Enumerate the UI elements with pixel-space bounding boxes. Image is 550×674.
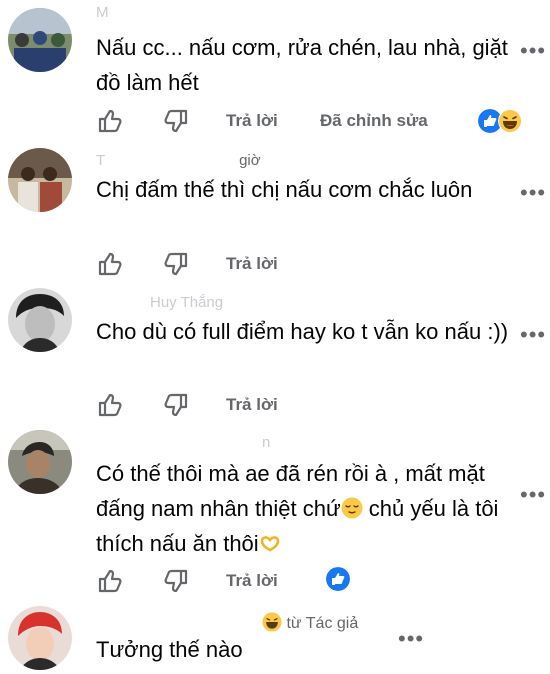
comment-author[interactable]: M <box>96 4 109 21</box>
comment-text: Nấu cc... nấu cơm, rửa chén, lau nhà, gi… <box>96 35 508 95</box>
comment-text: Tưởng thế nào <box>96 637 243 662</box>
comment-author[interactable]: n <box>262 434 270 451</box>
reply-button[interactable]: Trả lời <box>226 111 278 131</box>
dislike-icon[interactable] <box>162 250 190 278</box>
avatar[interactable] <box>8 8 72 72</box>
avatar[interactable] <box>8 148 72 212</box>
like-reaction-icon[interactable] <box>326 567 350 591</box>
like-icon[interactable] <box>96 250 124 278</box>
author-badge-label: từ Tác giả <box>286 615 359 632</box>
dislike-icon[interactable] <box>162 567 190 595</box>
dislike-icon[interactable] <box>162 107 190 135</box>
comment-author[interactable]: Huy Thắng <box>150 294 223 311</box>
comment-time[interactable]: giờ <box>239 152 261 169</box>
comment-actions: Trả lời Đã chỉnh sửa <box>96 107 536 137</box>
author-badge: từ Tác giả <box>262 612 358 633</box>
more-options-icon[interactable]: ••• <box>520 40 546 62</box>
like-icon[interactable] <box>96 391 124 419</box>
comment-text: Có thế thôi mà ae đã rén rồi à , mất mặt… <box>96 456 516 561</box>
avatar[interactable] <box>8 606 72 670</box>
comment-actions: Trả lời <box>96 391 536 421</box>
like-icon[interactable] <box>96 567 124 595</box>
reply-button[interactable]: Trả lời <box>226 571 278 591</box>
haha-emoji-icon <box>262 612 282 632</box>
avatar[interactable] <box>8 430 72 494</box>
reply-button[interactable]: Trả lời <box>226 395 278 415</box>
more-options-icon[interactable]: ••• <box>398 628 424 650</box>
edited-label[interactable]: Đã chỉnh sửa <box>320 111 428 131</box>
comment-author: T giờ <box>96 152 261 169</box>
dislike-icon[interactable] <box>162 391 190 419</box>
relieved-emoji-icon <box>341 497 363 519</box>
comment-actions: Trả lời <box>96 250 536 280</box>
haha-reaction-icon[interactable] <box>498 109 522 133</box>
comment-text: Cho dù có full điểm hay ko t vẫn ko nấu … <box>96 319 509 344</box>
author-name[interactable]: T <box>96 152 105 169</box>
more-options-icon[interactable]: ••• <box>520 182 546 204</box>
avatar[interactable] <box>8 288 72 352</box>
comment-text: Chị đấm thế thì chị nấu cơm chắc luôn <box>96 177 473 202</box>
more-options-icon[interactable]: ••• <box>520 484 546 506</box>
reply-button[interactable]: Trả lời <box>226 254 278 274</box>
more-options-icon[interactable]: ••• <box>520 324 546 346</box>
like-icon[interactable] <box>96 107 124 135</box>
heart-hands-emoji-icon <box>260 536 279 552</box>
comment-actions: Trả lời <box>96 567 536 597</box>
